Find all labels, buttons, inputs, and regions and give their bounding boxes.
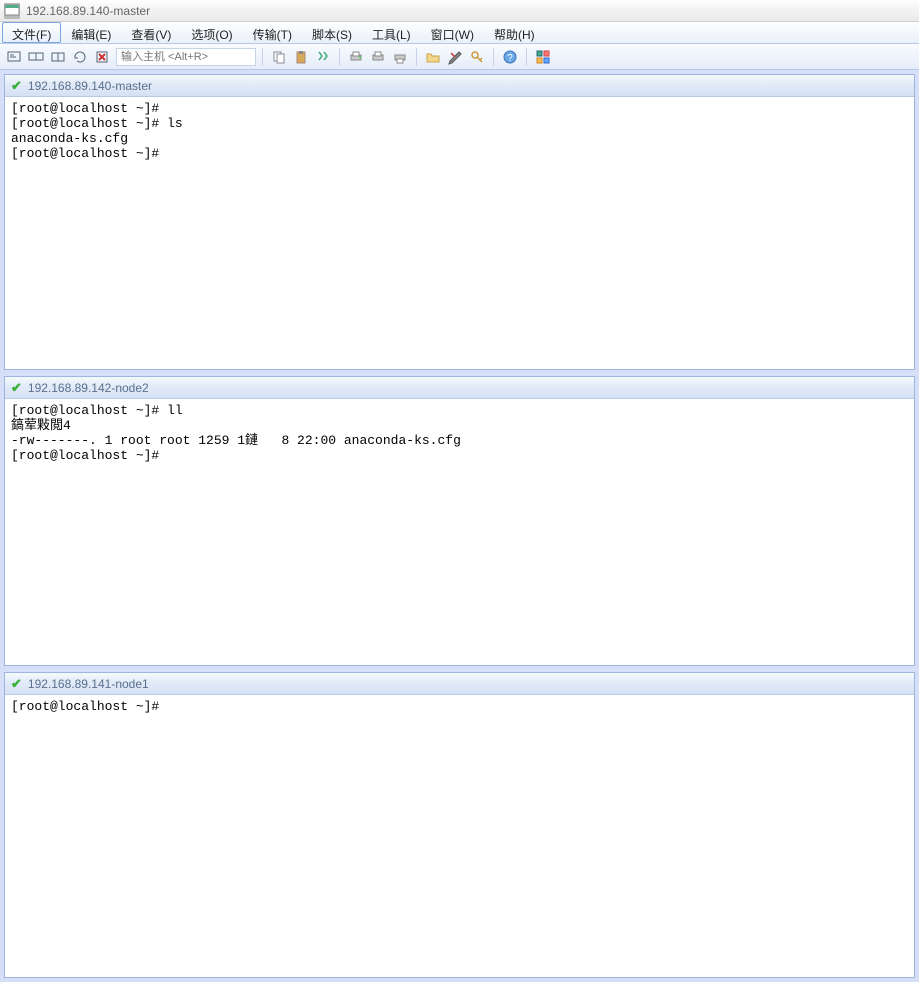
svg-text:?: ? [507,53,513,64]
titlebar: 192.168.89.140-master [0,0,919,22]
terminal-pane-master: ✔ 192.168.89.140-master [root@localhost … [4,74,915,370]
pane-header[interactable]: ✔ 192.168.89.140-master [5,75,914,97]
toolbar-separator [493,48,494,66]
terminal-output[interactable]: [root@localhost ~]# ll 鎬荤敤閲4 -rw-------.… [5,399,914,665]
tile-icon[interactable] [533,47,553,67]
connected-icon: ✔ [11,380,22,396]
menu-tools[interactable]: 工具(L) [362,22,421,43]
menu-transfer[interactable]: 传输(T) [243,22,302,43]
connected-icon: ✔ [11,676,22,692]
window-title: 192.168.89.140-master [26,4,150,18]
help-icon[interactable]: ? [500,47,520,67]
paste-icon[interactable] [291,47,311,67]
toolbar-separator [526,48,527,66]
session-icon[interactable] [4,47,24,67]
terminal-pane-node1: ✔ 192.168.89.141-node1 [root@localhost ~… [4,672,915,978]
reload-icon[interactable] [70,47,90,67]
pane-title: 192.168.89.142-node2 [28,381,149,395]
connected-icon: ✔ [11,78,22,94]
print-icon[interactable] [368,47,388,67]
key-icon[interactable] [467,47,487,67]
pane-header[interactable]: ✔ 192.168.89.142-node2 [5,377,914,399]
menubar: 文件(F) 编辑(E) 查看(V) 选项(O) 传输(T) 脚本(S) 工具(L… [0,22,919,44]
print-preview-icon[interactable] [390,47,410,67]
menu-file[interactable]: 文件(F) [2,22,61,43]
terminal-pane-node2: ✔ 192.168.89.142-node2 [root@localhost ~… [4,376,915,666]
terminal-output[interactable]: [root@localhost ~]# [5,695,914,977]
content-area: ✔ 192.168.89.140-master [root@localhost … [0,70,919,982]
print-setup-icon[interactable] [346,47,366,67]
toolbar-separator [339,48,340,66]
menu-help[interactable]: 帮助(H) [484,22,545,43]
menu-view[interactable]: 查看(V) [121,22,181,43]
pane-header[interactable]: ✔ 192.168.89.141-node1 [5,673,914,695]
reconnect-icon[interactable] [48,47,68,67]
open-folder-icon[interactable] [423,47,443,67]
find-icon[interactable] [313,47,333,67]
settings-icon[interactable] [445,47,465,67]
menu-window[interactable]: 窗口(W) [421,22,484,43]
host-input[interactable] [116,48,256,66]
menu-script[interactable]: 脚本(S) [302,22,362,43]
toolbar: ? [0,44,919,70]
quick-connect-icon[interactable] [26,47,46,67]
disconnect-icon[interactable] [92,47,112,67]
toolbar-separator [416,48,417,66]
pane-title: 192.168.89.140-master [28,79,152,93]
terminal-output[interactable]: [root@localhost ~]# [root@localhost ~]# … [5,97,914,369]
menu-edit[interactable]: 编辑(E) [61,22,121,43]
menu-options[interactable]: 选项(O) [181,22,242,43]
pane-title: 192.168.89.141-node1 [28,677,149,691]
toolbar-separator [262,48,263,66]
copy-icon[interactable] [269,47,289,67]
app-icon [4,3,20,19]
